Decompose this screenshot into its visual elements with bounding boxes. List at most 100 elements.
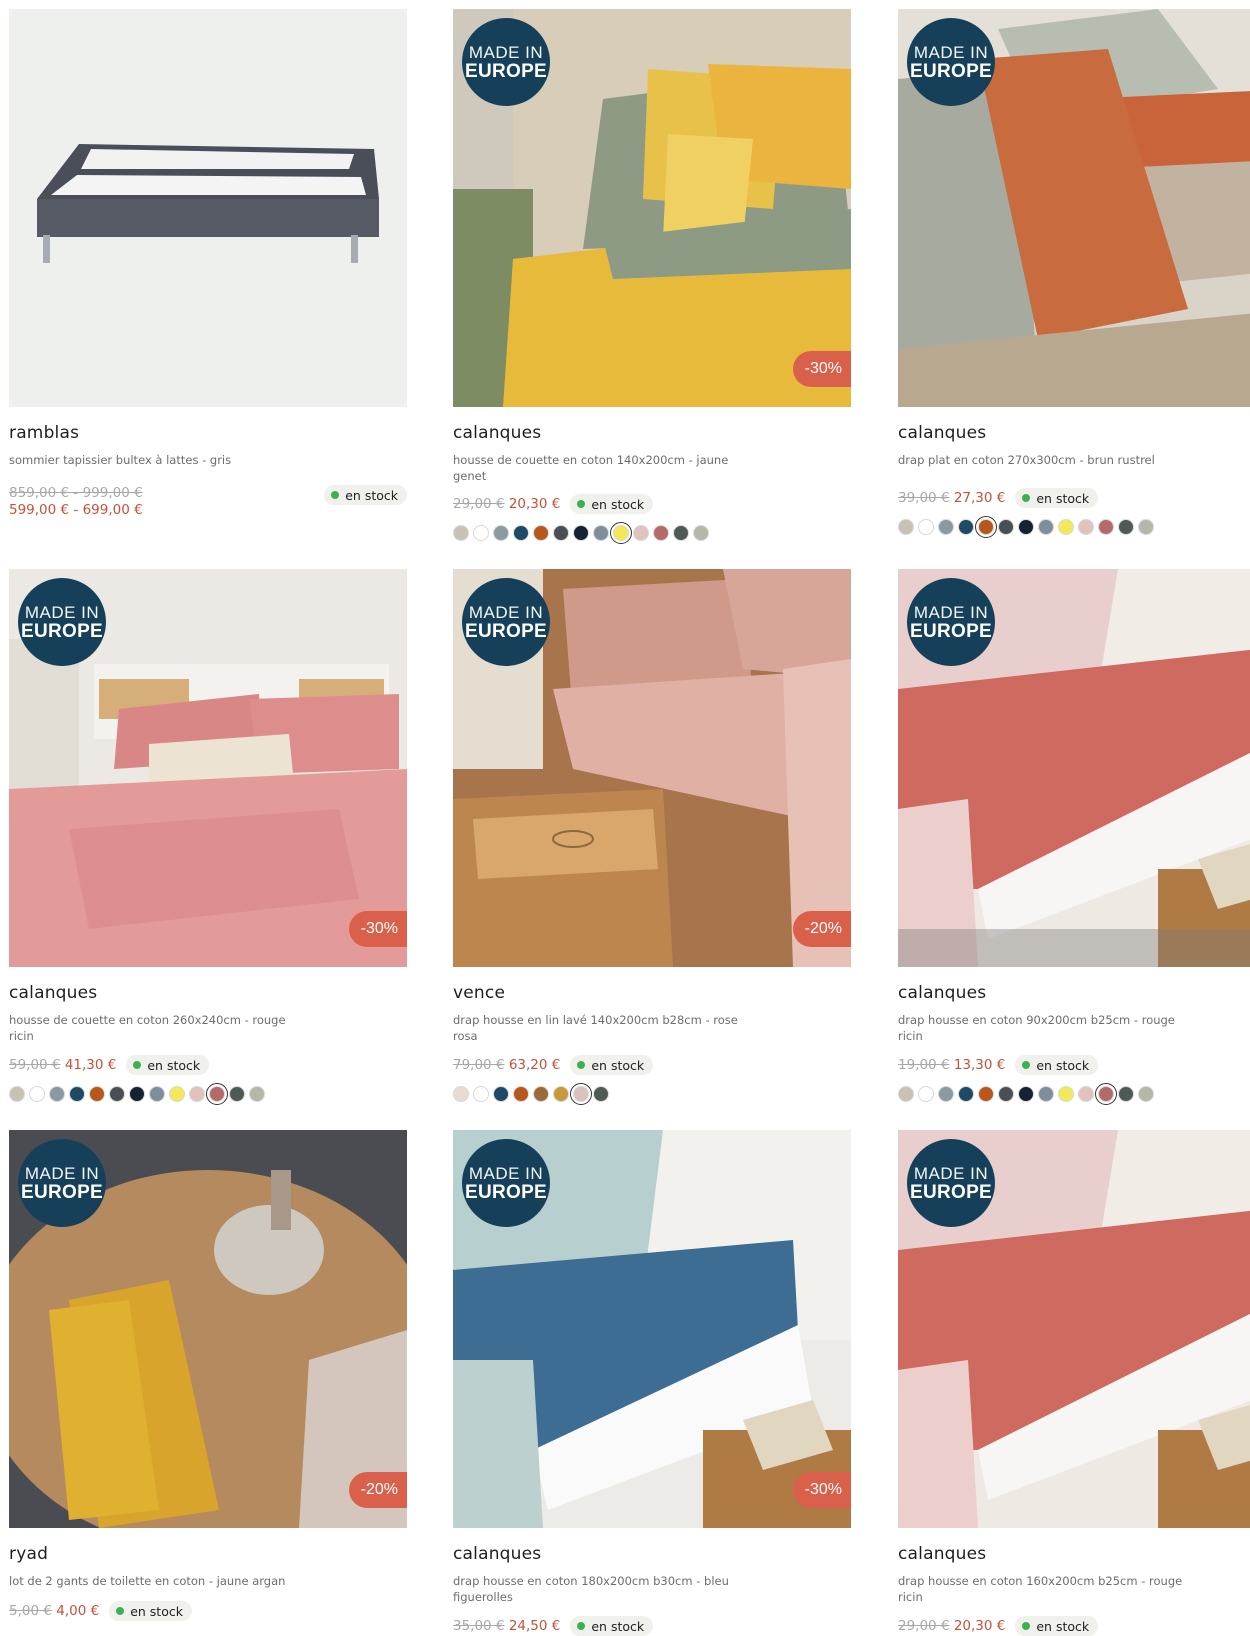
product-card[interactable]: MADE IN EUROPE calanques drap plat en cot… bbox=[898, 9, 1250, 538]
color-swatch[interactable] bbox=[1018, 1086, 1034, 1102]
color-swatch[interactable] bbox=[938, 1086, 954, 1102]
color-swatch[interactable] bbox=[229, 1086, 245, 1102]
color-swatch[interactable] bbox=[958, 1086, 974, 1102]
color-swatch[interactable] bbox=[533, 1086, 549, 1102]
color-swatch[interactable] bbox=[206, 1083, 228, 1105]
product-image[interactable]: MADE IN EUROPE bbox=[898, 1130, 1250, 1528]
color-swatch[interactable] bbox=[493, 525, 509, 541]
color-swatch[interactable] bbox=[1038, 1086, 1054, 1102]
color-swatch[interactable] bbox=[633, 525, 649, 541]
product-description[interactable]: drap housse en coton 180x200cm b30cm - b… bbox=[453, 1573, 753, 1605]
product-card[interactable]: MADE IN EUROPE calanques drap housse en c… bbox=[898, 569, 1250, 1105]
product-card[interactable]: MADE IN EUROPE -30% calanques housse de c… bbox=[9, 569, 407, 1105]
product-brand[interactable]: calanques bbox=[9, 983, 407, 1003]
color-swatch[interactable] bbox=[1138, 519, 1154, 535]
color-swatch[interactable] bbox=[1038, 519, 1054, 535]
color-swatch[interactable] bbox=[593, 525, 609, 541]
color-swatch[interactable] bbox=[898, 519, 914, 535]
made-in-europe-badge: MADE IN EUROPE bbox=[462, 578, 550, 666]
color-swatch[interactable] bbox=[1058, 1086, 1074, 1102]
color-swatch[interactable] bbox=[918, 519, 934, 535]
color-swatch[interactable] bbox=[169, 1086, 185, 1102]
color-swatch[interactable] bbox=[653, 525, 669, 541]
product-description[interactable]: lot de 2 gants de toilette en coton - ja… bbox=[9, 1573, 309, 1589]
color-swatch[interactable] bbox=[573, 525, 589, 541]
color-swatch[interactable] bbox=[473, 1086, 489, 1102]
product-image[interactable]: MADE IN EUROPE bbox=[898, 9, 1250, 407]
color-swatch[interactable] bbox=[918, 1086, 934, 1102]
color-swatch[interactable] bbox=[249, 1086, 265, 1102]
color-swatch[interactable] bbox=[149, 1086, 165, 1102]
color-swatch[interactable] bbox=[978, 1086, 994, 1102]
color-swatch[interactable] bbox=[1118, 1086, 1134, 1102]
color-swatch[interactable] bbox=[453, 1086, 469, 1102]
color-swatch[interactable] bbox=[898, 1086, 914, 1102]
color-swatch[interactable] bbox=[109, 1086, 125, 1102]
color-swatch[interactable] bbox=[69, 1086, 85, 1102]
color-swatch[interactable] bbox=[1095, 1083, 1117, 1105]
color-swatch[interactable] bbox=[1058, 519, 1074, 535]
color-swatch[interactable] bbox=[129, 1086, 145, 1102]
color-swatch[interactable] bbox=[1018, 519, 1034, 535]
product-brand[interactable]: ryad bbox=[9, 1544, 407, 1564]
color-swatch[interactable] bbox=[553, 525, 569, 541]
color-swatch[interactable] bbox=[1078, 519, 1094, 535]
color-swatch[interactable] bbox=[9, 1086, 25, 1102]
color-swatch[interactable] bbox=[533, 525, 549, 541]
product-image[interactable]: MADE IN EUROPE -30% bbox=[9, 569, 407, 967]
product-description[interactable]: drap housse en lin lavé 140x200cm b28cm … bbox=[453, 1012, 753, 1044]
product-card[interactable]: MADE IN EUROPE calanques drap housse en c… bbox=[898, 1130, 1250, 1636]
product-description[interactable]: drap housse en coton 90x200cm b25cm - ro… bbox=[898, 1012, 1198, 1044]
color-swatch[interactable] bbox=[89, 1086, 105, 1102]
color-swatch[interactable] bbox=[189, 1086, 205, 1102]
product-card[interactable]: MADE IN EUROPE -30% calanques housse de c… bbox=[453, 9, 851, 544]
color-swatch[interactable] bbox=[693, 525, 709, 541]
color-swatch[interactable] bbox=[975, 516, 997, 538]
product-description[interactable]: drap plat en coton 270x300cm - brun rust… bbox=[898, 452, 1198, 468]
product-image[interactable]: MADE IN EUROPE -30% bbox=[453, 9, 851, 407]
product-brand[interactable]: calanques bbox=[453, 423, 851, 443]
color-swatch[interactable] bbox=[958, 519, 974, 535]
color-swatch[interactable] bbox=[1138, 1086, 1154, 1102]
product-brand[interactable]: calanques bbox=[898, 423, 1250, 443]
color-swatch[interactable] bbox=[1118, 519, 1134, 535]
product-card[interactable]: ramblas sommier tapissier bultex à latte… bbox=[9, 9, 407, 519]
stock-label: en stock bbox=[1036, 1618, 1090, 1634]
product-brand[interactable]: calanques bbox=[898, 1544, 1250, 1564]
product-image[interactable] bbox=[9, 9, 407, 407]
product-brand[interactable]: vence bbox=[453, 983, 851, 1003]
product-brand[interactable]: ramblas bbox=[9, 423, 407, 443]
color-swatch[interactable] bbox=[998, 519, 1014, 535]
product-description[interactable]: housse de couette en coton 140x200cm - j… bbox=[453, 452, 753, 484]
color-swatch[interactable] bbox=[553, 1086, 569, 1102]
color-swatch[interactable] bbox=[610, 522, 632, 544]
stock-badge: en stock bbox=[570, 1055, 654, 1075]
color-swatch[interactable] bbox=[473, 525, 489, 541]
product-card[interactable]: MADE IN EUROPE -30% calanques drap housse… bbox=[453, 1130, 851, 1636]
color-swatch[interactable] bbox=[998, 1086, 1014, 1102]
product-card[interactable]: MADE IN EUROPE -20% vence drap housse en … bbox=[453, 569, 851, 1105]
color-swatch[interactable] bbox=[593, 1086, 609, 1102]
product-brand[interactable]: calanques bbox=[898, 983, 1250, 1003]
color-swatch[interactable] bbox=[29, 1086, 45, 1102]
product-description[interactable]: housse de couette en coton 260x240cm - r… bbox=[9, 1012, 309, 1044]
color-swatch[interactable] bbox=[570, 1083, 592, 1105]
color-swatch[interactable] bbox=[493, 1086, 509, 1102]
product-image[interactable]: MADE IN EUROPE -30% bbox=[453, 1130, 851, 1528]
product-image[interactable]: MADE IN EUROPE -20% bbox=[453, 569, 851, 967]
color-swatch[interactable] bbox=[49, 1086, 65, 1102]
color-swatch[interactable] bbox=[513, 1086, 529, 1102]
color-swatch[interactable] bbox=[673, 525, 689, 541]
product-card[interactable]: MADE IN EUROPE -20% ryad lot de 2 gants d… bbox=[9, 1130, 407, 1621]
color-swatch[interactable] bbox=[1098, 519, 1114, 535]
color-swatch[interactable] bbox=[938, 519, 954, 535]
product-image[interactable]: MADE IN EUROPE -20% bbox=[9, 1130, 407, 1528]
product-brand[interactable]: calanques bbox=[453, 1544, 851, 1564]
product-description[interactable]: sommier tapissier bultex à lattes - gris bbox=[9, 452, 309, 468]
color-swatch[interactable] bbox=[1078, 1086, 1094, 1102]
color-swatch[interactable] bbox=[453, 525, 469, 541]
color-swatch[interactable] bbox=[513, 525, 529, 541]
product-description[interactable]: drap housse en coton 160x200cm b25cm - r… bbox=[898, 1573, 1198, 1605]
product-image[interactable]: MADE IN EUROPE bbox=[898, 569, 1250, 967]
price-block: 39,00 € 27,30 € bbox=[898, 490, 1005, 507]
